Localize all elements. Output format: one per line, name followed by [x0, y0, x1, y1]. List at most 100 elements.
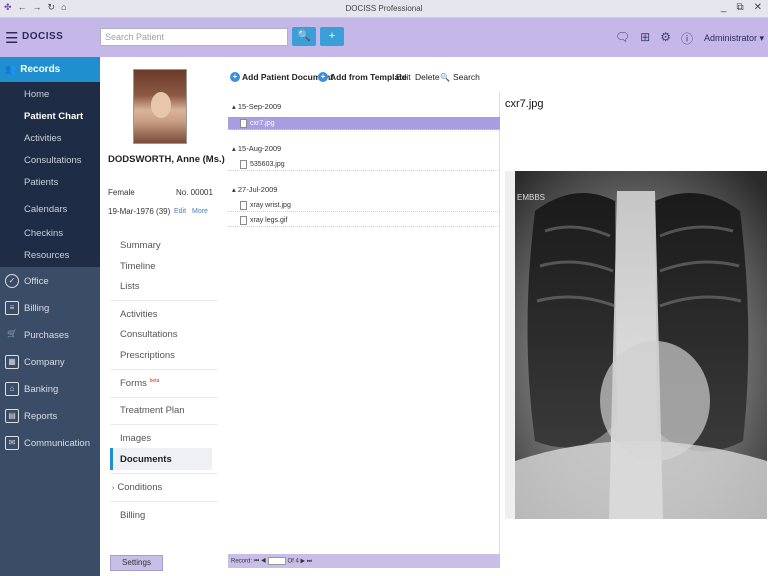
report-icon: ▤ — [5, 409, 19, 423]
prev-page-icon[interactable]: ◀ — [261, 559, 266, 565]
nav-communication[interactable]: ✉ Communication — [5, 436, 90, 450]
patient-edit-link[interactable]: Edit — [174, 208, 186, 215]
subnav-checkins[interactable]: Checkins — [24, 228, 63, 239]
nav-purchases-label: Purchases — [24, 329, 69, 341]
nav-records-label: Records — [20, 64, 61, 75]
preview-title: cxr7.jpg — [505, 98, 544, 110]
add-from-template-button[interactable]: + Add from Template — [318, 72, 407, 82]
maximize-button[interactable]: ⧉ — [736, 2, 743, 13]
pnav-images[interactable]: Images — [120, 433, 151, 444]
nav-office[interactable]: ✓ Office — [5, 274, 49, 288]
pnav-summary[interactable]: Summary — [120, 240, 161, 251]
gear-icon[interactable]: ⚙ — [660, 30, 671, 47]
chat-icon[interactable]: 🗨 — [615, 30, 630, 47]
chevron-right-icon: › — [112, 485, 115, 492]
page-input[interactable] — [267, 557, 286, 565]
subnav-patients[interactable]: Patients — [24, 177, 58, 188]
last-page-icon[interactable]: ⏭ — [307, 559, 312, 565]
title-bar: ✤ ← → ↻ ⌂ DOCISS Professional _ ⧉ ✕ — [0, 0, 768, 18]
doc-group-header[interactable]: ▴ 15-Aug-2009 — [232, 144, 281, 153]
chest-xray-graphic — [505, 171, 767, 519]
pnav-billing[interactable]: Billing — [120, 510, 145, 521]
doc-group-date: 15-Sep-2009 — [237, 102, 282, 111]
doc-group-header[interactable]: ▴ 15-Sep-2009 — [232, 102, 281, 111]
beta-badge: beta — [149, 378, 160, 384]
doc-group-date: 15-Aug-2009 — [237, 144, 282, 153]
subnav-activities[interactable]: Activities — [24, 133, 61, 144]
user-menu[interactable]: Administrator ▾ — [704, 33, 764, 44]
patient-name: DODSWORTH, Anne (Ms.) — [108, 154, 225, 165]
pnav-activities[interactable]: Activities — [120, 309, 157, 320]
pnav-conditions[interactable]: › Conditions — [112, 482, 162, 493]
subnav-home[interactable]: Home — [24, 89, 49, 100]
nav-communication-label: Communication — [24, 437, 90, 449]
patient-more-link[interactable]: More — [192, 208, 208, 215]
next-page-icon[interactable]: ▶ — [300, 559, 305, 565]
subnav-patient-chart[interactable]: Patient Chart — [24, 111, 83, 122]
search-icon: 🔍 — [440, 72, 450, 82]
nav-records[interactable]: 👥 Records — [0, 57, 100, 82]
documents-toolbar: + Add Patient Document + Add from Template… — [228, 68, 768, 88]
divider — [110, 473, 218, 474]
pnav-documents[interactable]: Documents — [120, 454, 172, 465]
nav-office-label: Office — [24, 275, 49, 287]
add-button[interactable]: + — [320, 27, 344, 46]
close-button[interactable]: ✕ — [754, 2, 762, 13]
doc-item-xray-wrist[interactable]: xray wrist.jpg — [228, 199, 500, 212]
file-icon — [240, 159, 247, 169]
search-docs-button[interactable]: 🔍 Search — [440, 72, 480, 82]
add-circle-icon: + — [318, 72, 328, 82]
document-preview: cxr7.jpg EMBBS — [500, 92, 768, 576]
pnav-conditions-label: Conditions — [117, 482, 163, 493]
nav-reports[interactable]: ▤ Reports — [5, 409, 57, 423]
first-page-icon[interactable]: ⏮ — [254, 559, 259, 565]
doc-item-xray-legs[interactable]: xray legs.gif — [228, 214, 500, 227]
left-nav: 👥 Records Home Patient Chart Activities C… — [0, 57, 100, 576]
nav-purchases[interactable]: 🛒 Purchases — [5, 328, 69, 342]
nav-company[interactable]: ▦ Company — [5, 355, 65, 369]
bank-icon: ⌂ — [5, 382, 19, 396]
pnav-lists[interactable]: Lists — [120, 281, 140, 292]
pnav-timeline[interactable]: Timeline — [120, 261, 156, 272]
pnav-forms[interactable]: Forms beta — [120, 378, 159, 389]
app-window: ✤ ← → ↻ ⌂ DOCISS Professional _ ⧉ ✕ ☰ DO… — [0, 0, 768, 576]
header-icons: 🗨 ⊞ ⚙ ⓘ — [615, 30, 693, 47]
search-patient-input[interactable] — [100, 28, 288, 46]
doc-item-label: xray wrist.jpg — [250, 202, 291, 209]
subnav-resources[interactable]: Resources — [24, 250, 69, 261]
help-icon[interactable]: ⓘ — [681, 30, 693, 47]
patient-number: No. 00001 — [176, 188, 213, 197]
xray-image: EMBBS — [505, 171, 767, 519]
search-button[interactable]: 🔍 — [292, 27, 316, 46]
nav-billing-label: Billing — [24, 302, 50, 314]
divider — [110, 501, 218, 502]
subnav-calendars[interactable]: Calendars — [24, 204, 67, 215]
divider — [110, 369, 218, 370]
brand-name: DOCISS — [22, 31, 64, 42]
page-count: Of 4 — [287, 558, 299, 565]
nav-banking[interactable]: ⌂ Banking — [5, 382, 58, 396]
pnav-consultations[interactable]: Consultations — [120, 329, 178, 340]
document-list: ▴ 15-Sep-2009 cxr7.jpg ▴ 15-Aug-2009 535… — [228, 92, 500, 554]
edit-button[interactable]: Edit — [396, 72, 411, 82]
delete-button[interactable]: Delete — [415, 72, 440, 82]
xray-mark: EMBBS — [517, 193, 546, 202]
menu-icon[interactable]: ☰ — [5, 29, 18, 47]
app-header: ☰ DOCISS 🔍 + 🗨 ⊞ ⚙ ⓘ Administrator ▾ — [0, 18, 768, 57]
pnav-prescriptions[interactable]: Prescriptions — [120, 350, 175, 361]
doc-item-535603[interactable]: 535603.jpg — [228, 158, 500, 171]
grid-icon[interactable]: ⊞ — [640, 30, 650, 47]
patient-photo — [133, 69, 187, 144]
pnav-forms-label: Forms — [120, 378, 147, 390]
nav-billing[interactable]: ≡ Billing — [5, 301, 49, 315]
subnav-consultations[interactable]: Consultations — [24, 155, 82, 166]
file-icon — [240, 200, 247, 210]
building-icon: ▦ — [5, 355, 19, 369]
minimize-button[interactable]: _ — [721, 2, 727, 13]
doc-item-cxr7[interactable]: cxr7.jpg — [228, 117, 500, 130]
file-icon — [240, 215, 247, 225]
pnav-treatment-plan[interactable]: Treatment Plan — [120, 405, 185, 416]
settings-button[interactable]: Settings — [110, 555, 163, 571]
cart-icon: 🛒 — [7, 329, 17, 338]
doc-group-header[interactable]: ▴ 27-Jul-2009 — [232, 185, 277, 194]
